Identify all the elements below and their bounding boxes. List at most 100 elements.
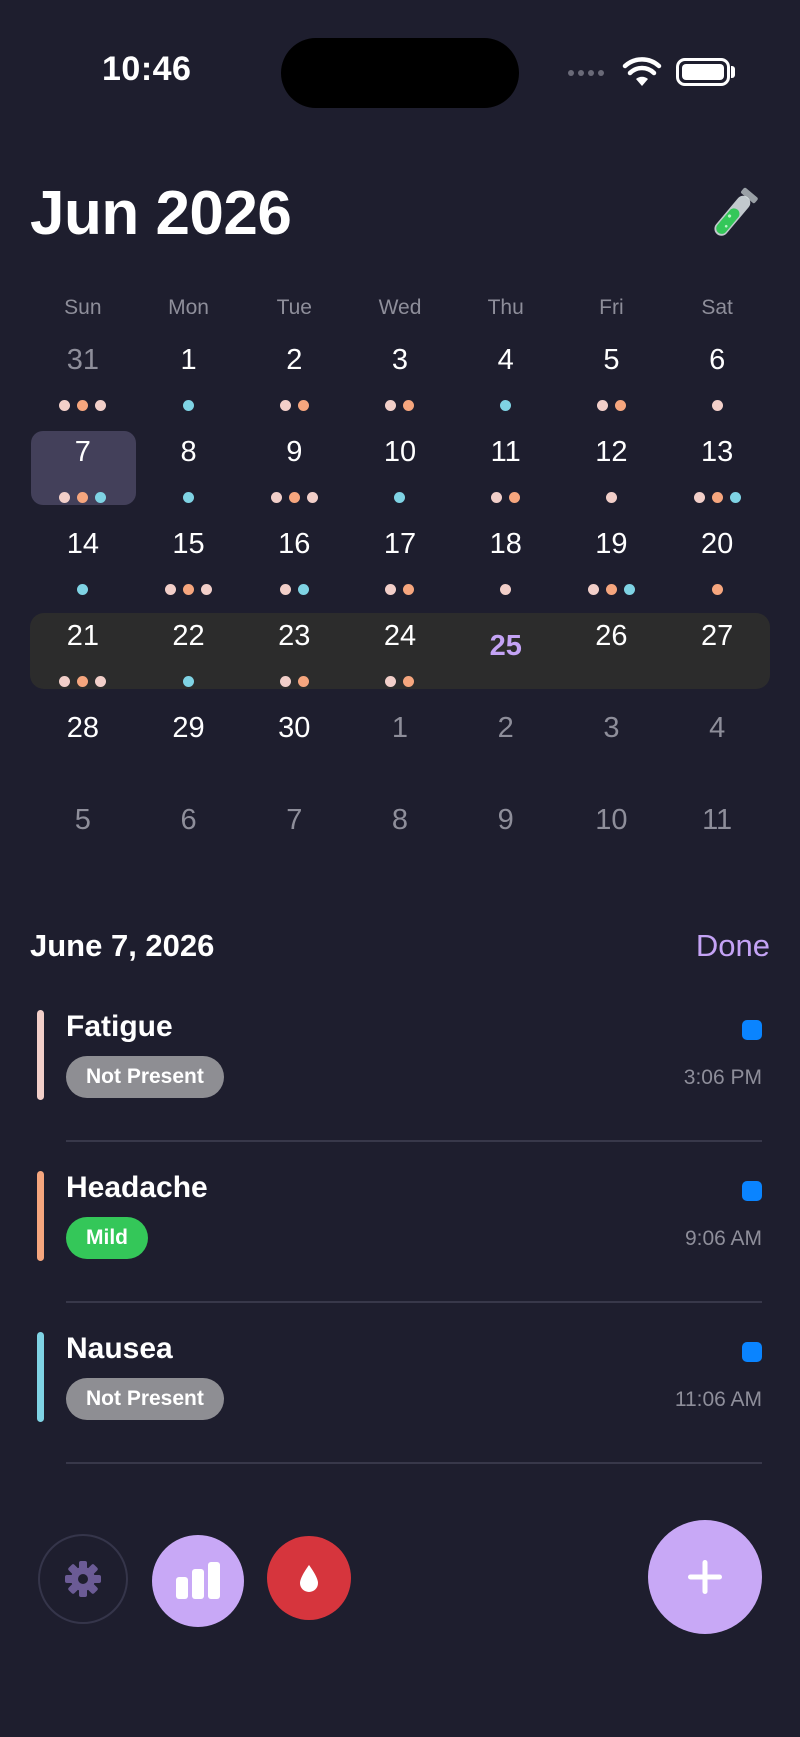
calendar-day[interactable]: 31: [30, 338, 136, 430]
weekday-label: Mon: [168, 296, 209, 319]
calendar-day[interactable]: 3: [559, 706, 665, 798]
symptom-dot: [183, 400, 195, 411]
calendar-day[interactable]: 19: [559, 522, 665, 614]
calendar-day[interactable]: 20: [664, 522, 770, 614]
symptom-dot: [306, 492, 318, 503]
calendar-day[interactable]: 26: [559, 614, 665, 706]
symptom-dots: [453, 584, 559, 595]
calendar-day[interactable]: 3: [347, 338, 453, 430]
symptom-dot: [59, 492, 71, 503]
calendar-day[interactable]: 30: [241, 706, 347, 798]
entry-name: Nausea: [66, 1332, 173, 1365]
calendar-day[interactable]: 2: [241, 338, 347, 430]
status-time: 10:46: [102, 50, 192, 88]
calendar-day[interactable]: 28: [30, 706, 136, 798]
calendar-day[interactable]: 7: [241, 798, 347, 890]
day-number: 28: [66, 712, 99, 744]
day-number: 9: [497, 804, 514, 836]
calendar-day[interactable]: 22: [136, 614, 242, 706]
symptom-dot: [297, 400, 309, 411]
calendar-day[interactable]: 11: [664, 798, 770, 890]
calendar-day[interactable]: 4: [664, 706, 770, 798]
calendar-day[interactable]: 21: [30, 614, 136, 706]
calendar-day[interactable]: 23: [241, 614, 347, 706]
period-log-button[interactable]: [267, 1536, 351, 1620]
day-number: 17: [383, 528, 417, 560]
calendar-day[interactable]: 8: [347, 798, 453, 890]
symptom-dots: [453, 492, 559, 503]
weekday-header: Sun Mon Tue Wed Thu Fri Sat: [30, 296, 770, 320]
drop-icon: [300, 1565, 318, 1592]
calendar-day[interactable]: 5: [559, 338, 665, 430]
test-tube-icon[interactable]: [702, 184, 764, 246]
day-number: 9: [286, 436, 303, 468]
symptom-dot: [77, 584, 89, 595]
symptom-entry[interactable]: Fatigue Not Present 3:06 PM: [30, 1010, 762, 1170]
entry-time: 9:06 AM: [684, 1227, 762, 1250]
add-entry-button[interactable]: [648, 1520, 762, 1634]
calendar-day[interactable]: 2: [453, 706, 559, 798]
month-title: Jun 2026: [30, 179, 292, 248]
calendar-day[interactable]: 27: [664, 614, 770, 706]
divider: [66, 1140, 762, 1142]
weekday-label: Wed: [378, 296, 422, 319]
battery-tip: [731, 66, 735, 78]
settings-button[interactable]: [38, 1534, 128, 1624]
symptom-entry[interactable]: Nausea Not Present 11:06 AM: [30, 1332, 762, 1492]
calendar-day[interactable]: 11: [453, 430, 559, 522]
sync-indicator-icon: [742, 1020, 762, 1040]
day-number: 10: [383, 436, 417, 468]
calendar-day[interactable]: 10: [559, 798, 665, 890]
symptom-dot: [403, 400, 415, 411]
calendar-day[interactable]: 10: [347, 430, 453, 522]
stats-button[interactable]: [152, 1535, 244, 1627]
symptom-dot: [95, 400, 107, 411]
day-number: 13: [701, 436, 734, 468]
symptom-dots: [241, 676, 347, 687]
calendar-day[interactable]: 17: [347, 522, 453, 614]
sync-indicator-icon: [742, 1342, 762, 1362]
calendar-day[interactable]: 9: [241, 430, 347, 522]
calendar-day[interactable]: 18: [453, 522, 559, 614]
calendar-day[interactable]: 5: [30, 798, 136, 890]
symptom-dot: [500, 400, 512, 411]
symptom-dot: [385, 584, 397, 595]
calendar-day[interactable]: 14: [30, 522, 136, 614]
calendar-day[interactable]: 6: [136, 798, 242, 890]
symptom-dot: [183, 676, 195, 687]
calendar-day[interactable]: 24: [347, 614, 453, 706]
calendar-day[interactable]: 1: [136, 338, 242, 430]
symptom-entry[interactable]: Headache Mild 9:06 AM: [30, 1171, 762, 1331]
weekday-label: Thu: [487, 296, 524, 319]
entry-time: 11:06 AM: [674, 1388, 762, 1411]
calendar-day[interactable]: 16: [241, 522, 347, 614]
symptom-dots: [347, 676, 453, 687]
entry-color-bar: [37, 1171, 44, 1261]
day-number: 11: [490, 436, 521, 468]
symptom-dot: [201, 584, 213, 595]
symptom-dots: [30, 584, 136, 595]
calendar-day[interactable]: 9: [453, 798, 559, 890]
cellular-signal-icon: [568, 70, 604, 76]
day-number: 16: [278, 528, 311, 560]
calendar-day[interactable]: 6: [664, 338, 770, 430]
day-number: 21: [66, 620, 99, 652]
calendar-day[interactable]: 8: [136, 430, 242, 522]
symptom-dot: [500, 584, 512, 595]
symptom-dot: [77, 676, 89, 687]
calendar-day[interactable]: 4: [453, 338, 559, 430]
calendar-day[interactable]: 1: [347, 706, 453, 798]
done-button[interactable]: Done: [696, 928, 770, 964]
calendar-day-selected[interactable]: 7: [30, 430, 136, 522]
symptom-dots: [136, 584, 242, 595]
selected-date-title: June 7, 2026: [30, 928, 215, 963]
calendar-day-today[interactable]: 25: [453, 614, 559, 706]
calendar-day[interactable]: 12: [559, 430, 665, 522]
day-number: 22: [172, 620, 205, 652]
symptom-dots: [453, 400, 559, 411]
calendar-day[interactable]: 29: [136, 706, 242, 798]
symptom-dot: [279, 676, 291, 687]
day-number: 15: [172, 528, 205, 560]
calendar-day[interactable]: 15: [136, 522, 242, 614]
calendar-day[interactable]: 13: [664, 430, 770, 522]
